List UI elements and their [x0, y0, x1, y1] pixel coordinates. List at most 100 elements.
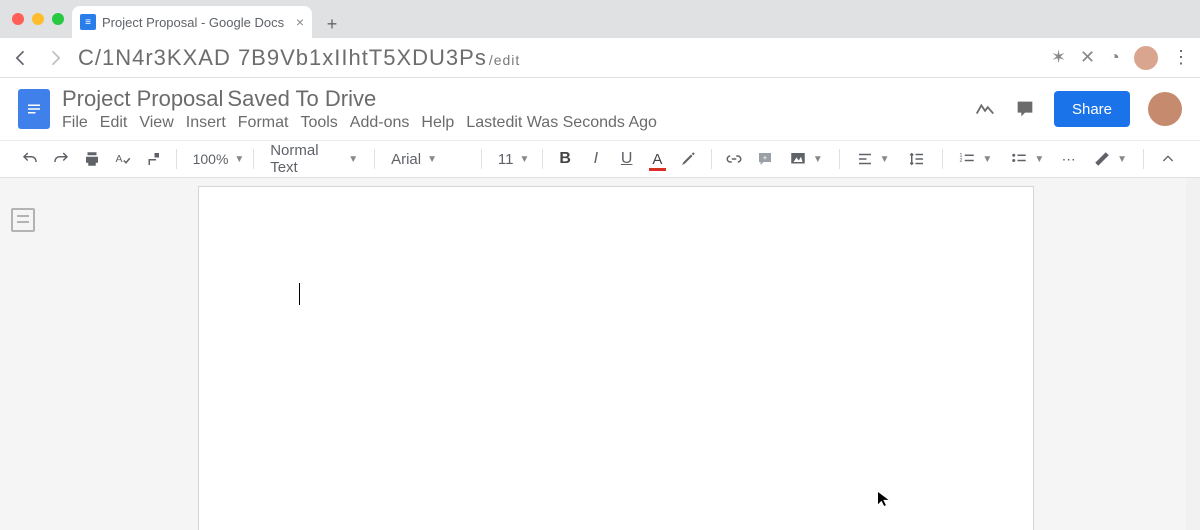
caret-down-icon: ▼ — [1117, 154, 1127, 165]
spellcheck-button[interactable]: A — [112, 147, 133, 171]
svg-text:2: 2 — [960, 158, 963, 164]
back-button[interactable] — [10, 47, 32, 69]
window-zoom-button[interactable] — [52, 13, 64, 25]
menu-addons[interactable]: Add-ons — [350, 114, 410, 132]
menu-edit[interactable]: Edit — [100, 114, 128, 132]
browser-tab[interactable]: ≡ Project Proposal - Google Docs × — [72, 6, 312, 38]
share-button-label: Share — [1072, 101, 1112, 118]
page-container — [46, 178, 1186, 530]
account-avatar[interactable] — [1148, 92, 1182, 126]
window-minimize-button[interactable] — [32, 13, 44, 25]
line-spacing-button[interactable] — [904, 150, 930, 168]
more-toolbar-button[interactable]: ⋯ — [1058, 147, 1079, 171]
toolbar-separator — [542, 149, 543, 169]
zoom-dropdown[interactable]: 100% ▼ — [189, 151, 242, 167]
menu-tools[interactable]: Tools — [300, 114, 337, 132]
share-button[interactable]: Share — [1054, 91, 1130, 127]
caret-down-icon: ▼ — [880, 154, 890, 165]
last-edit-status[interactable]: Lastedit Was Seconds Ago — [466, 114, 657, 132]
svg-text:+: + — [762, 153, 767, 162]
caret-down-icon: ▼ — [520, 154, 530, 165]
extension-close-icon[interactable]: ✕ — [1080, 47, 1095, 68]
window-controls — [8, 0, 72, 38]
font-family-value: Arial — [391, 151, 421, 168]
title-block: Project Proposal Saved To Drive File Edi… — [62, 86, 657, 132]
comments-icon[interactable] — [1014, 98, 1036, 120]
extension-icon[interactable]: ◔ — [1109, 47, 1120, 68]
menu-bar: File Edit View Insert Format Tools Add-o… — [62, 114, 657, 132]
document-outline-icon[interactable] — [11, 208, 35, 232]
new-tab-button[interactable]: + — [318, 10, 346, 38]
formatting-toolbar: A 100% ▼ Normal Text ▼ Arial ▼ 11 ▼ B I … — [0, 140, 1200, 178]
document-title[interactable]: Project Proposal — [62, 86, 223, 112]
caret-down-icon: ▼ — [348, 154, 358, 165]
toolbar-separator — [1143, 149, 1144, 169]
bulleted-list-button[interactable]: ▼ — [1006, 150, 1048, 168]
docs-header: Project Proposal Saved To Drive File Edi… — [0, 78, 1200, 140]
toolbar-separator — [374, 149, 375, 169]
toolbar-right: ▼ — [1089, 147, 1180, 171]
address-bar-right: ✶ ✕ ◔ ⋮ — [1051, 46, 1190, 70]
url-suffix: /edit — [489, 52, 520, 68]
insert-link-button[interactable] — [723, 147, 744, 171]
activity-icon[interactable] — [974, 98, 996, 120]
undo-button[interactable] — [20, 147, 41, 171]
svg-text:A: A — [115, 153, 122, 165]
numbered-list-button[interactable]: 12 ▼ — [954, 150, 996, 168]
browser-profile-avatar[interactable] — [1134, 46, 1158, 70]
italic-button[interactable]: I — [586, 147, 607, 171]
left-rail — [0, 178, 46, 530]
toolbar-separator — [253, 149, 254, 169]
hide-toolbar-button[interactable] — [1156, 147, 1180, 171]
toolbar-separator — [481, 149, 482, 169]
text-color-button[interactable]: A — [647, 147, 668, 171]
browser-address-bar: C/1N4r3KXAD 7B9Vb1xIIhtT5XDU3Ps /edit ✶ … — [0, 38, 1200, 78]
caret-down-icon: ▼ — [427, 154, 437, 165]
paragraph-style-dropdown[interactable]: Normal Text ▼ — [266, 142, 362, 176]
menu-help[interactable]: Help — [421, 114, 454, 132]
align-dropdown[interactable]: ▼ — [852, 150, 894, 168]
caret-down-icon: ▼ — [813, 154, 823, 165]
menu-format[interactable]: Format — [238, 114, 289, 132]
text-color-swatch — [649, 168, 666, 171]
forward-button[interactable] — [44, 47, 66, 69]
caret-down-icon: ▼ — [982, 154, 992, 165]
docs-favicon-icon: ≡ — [80, 14, 96, 30]
title-row: Project Proposal Saved To Drive — [62, 86, 657, 112]
menu-file[interactable]: File — [62, 114, 88, 132]
bold-button[interactable]: B — [555, 147, 576, 171]
font-size-value: 11 — [498, 151, 514, 168]
highlight-color-button[interactable] — [678, 147, 699, 171]
tab-close-icon[interactable]: × — [296, 14, 304, 30]
document-page[interactable] — [198, 186, 1034, 530]
url-text: C/1N4r3KXAD 7B9Vb1xIIhtT5XDU3Ps — [78, 45, 487, 71]
toolbar-separator — [711, 149, 712, 169]
zoom-value: 100% — [193, 151, 229, 167]
google-docs-logo-icon[interactable] — [18, 89, 50, 129]
underline-button[interactable]: U — [616, 147, 637, 171]
save-status: Saved To Drive — [227, 86, 376, 112]
menu-view[interactable]: View — [139, 114, 173, 132]
paint-format-button[interactable] — [143, 147, 164, 171]
insert-image-button[interactable]: ▼ — [785, 150, 827, 168]
browser-menu-icon[interactable]: ⋮ — [1172, 47, 1190, 68]
caret-down-icon: ▼ — [234, 154, 244, 165]
editing-mode-dropdown[interactable]: ▼ — [1089, 150, 1131, 168]
browser-tabstrip: ≡ Project Proposal - Google Docs × + — [0, 0, 1200, 38]
bookmark-star-icon[interactable]: ✶ — [1051, 47, 1066, 68]
font-size-dropdown[interactable]: 11 ▼ — [494, 151, 530, 168]
header-right: Share — [974, 91, 1182, 127]
window-close-button[interactable] — [12, 13, 24, 25]
font-family-dropdown[interactable]: Arial ▼ — [387, 151, 469, 168]
insert-comment-button[interactable]: + — [754, 147, 775, 171]
redo-button[interactable] — [51, 147, 72, 171]
menu-insert[interactable]: Insert — [186, 114, 226, 132]
toolbar-separator — [176, 149, 177, 169]
text-cursor — [299, 283, 300, 305]
toolbar-separator — [942, 149, 943, 169]
workspace — [0, 178, 1200, 530]
url-field[interactable]: C/1N4r3KXAD 7B9Vb1xIIhtT5XDU3Ps /edit — [78, 45, 1039, 71]
vertical-scrollbar[interactable] — [1186, 178, 1200, 530]
print-button[interactable] — [82, 147, 103, 171]
caret-down-icon: ▼ — [1034, 154, 1044, 165]
